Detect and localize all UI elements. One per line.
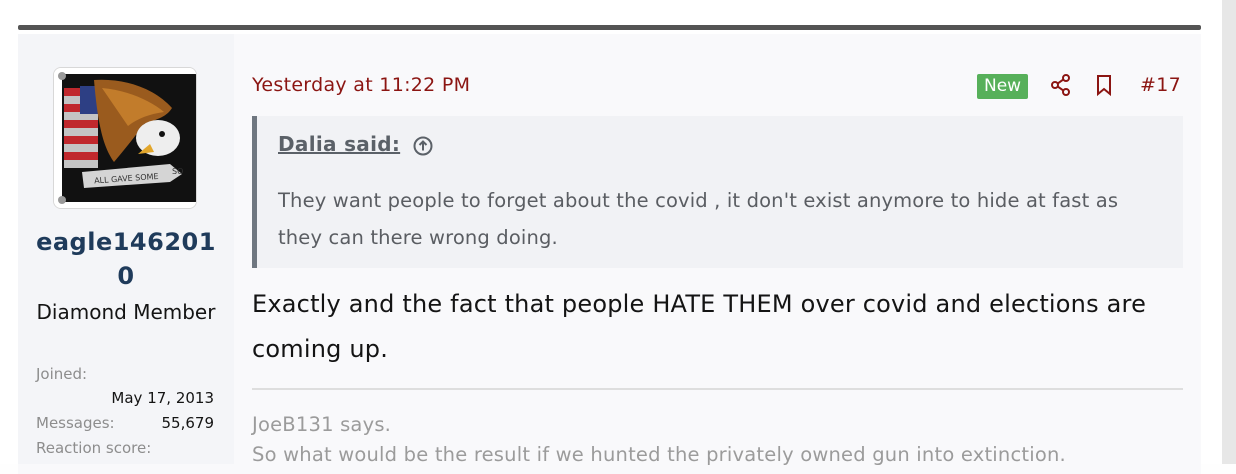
previous-post-divider bbox=[18, 25, 1201, 30]
post-timestamp-link[interactable]: Yesterday at 11:22 PM bbox=[252, 74, 470, 96]
post-message: Exactly and the fact that people HATE TH… bbox=[252, 290, 1147, 363]
joined-value: May 17, 2013 bbox=[111, 389, 214, 407]
quoted-message: Dalia said: They want people to forget a… bbox=[252, 116, 1183, 268]
bookmark-icon[interactable] bbox=[1092, 73, 1116, 97]
username-link[interactable]: eagle1462010 bbox=[18, 225, 234, 293]
post-number-link[interactable]: #17 bbox=[1140, 74, 1181, 96]
page-frame: ALL GAVE SOME SO eagle1462010 Diamond Me… bbox=[0, 0, 1222, 474]
joined-label: Joined: bbox=[36, 365, 88, 383]
avatar[interactable]: ALL GAVE SOME SO bbox=[53, 67, 197, 209]
quote-author-link[interactable]: Dalia said: bbox=[278, 132, 400, 156]
new-post-badge: New bbox=[977, 74, 1029, 99]
svg-text:SO: SO bbox=[172, 167, 183, 176]
signature-line-2: So what would be the result if we hunted… bbox=[252, 443, 1066, 466]
forum-post: ALL GAVE SOME SO eagle1462010 Diamond Me… bbox=[18, 34, 1201, 474]
share-icon[interactable] bbox=[1049, 73, 1073, 97]
user-title: Diamond Member bbox=[36, 300, 216, 324]
signature-divider bbox=[252, 388, 1183, 390]
quote-text: They want people to forget about the cov… bbox=[278, 189, 1119, 249]
arrow-up-circle-icon[interactable] bbox=[412, 135, 434, 157]
user-info-panel: ALL GAVE SOME SO eagle1462010 Diamond Me… bbox=[18, 34, 234, 464]
page-scrollbar[interactable] bbox=[1222, 0, 1236, 464]
messages-value: 55,679 bbox=[161, 414, 215, 432]
user-signature: JoeB131 says. So what would be the resul… bbox=[252, 410, 1183, 470]
reaction-score-label: Reaction score: bbox=[36, 439, 152, 457]
messages-label: Messages: bbox=[36, 414, 115, 432]
signature-line-1: JoeB131 says. bbox=[252, 413, 392, 436]
